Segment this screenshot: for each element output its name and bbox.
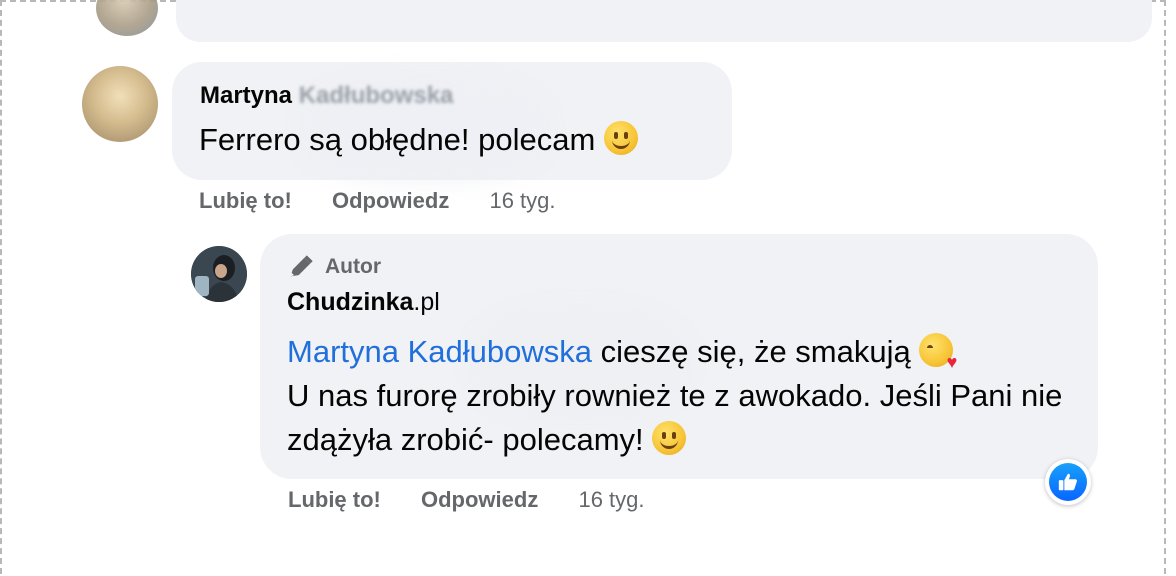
comment-timestamp[interactable]: 16 tyg. [489,188,555,213]
comment-text: Ferrero są obłędne! polecam [199,121,638,158]
slightly-smiling-face-icon [652,421,687,455]
like-reaction-icon[interactable] [1045,459,1091,505]
reply-actions: Lubię to! Odpowiedz 16 tyg. [288,487,645,513]
thumbs-up-icon [1058,473,1077,491]
like-link[interactable]: Lubię to! [288,487,381,512]
like-link[interactable]: Lubię to! [199,188,292,213]
author-badge: Autor [287,253,381,281]
author-avatar[interactable] [191,246,247,302]
author-last-name-blurred[interactable]: Kadłubowska [299,82,454,109]
reply-text-part-1: cieszę się, że smakują [592,334,911,369]
author-badge-label: Autor [325,255,381,278]
comment-text-content: Ferrero są obłędne! polecam [199,122,596,157]
mention-link[interactable]: Martyna Kadłubowska [287,334,592,369]
author-first-name[interactable]: Martyna [200,82,292,109]
reply-timestamp[interactable]: 16 tyg. [578,487,644,512]
comment-author-name[interactable]: Martyna Kadłubowska [200,82,453,110]
reply-author-tld[interactable]: .pl [413,288,439,316]
reply-author-name[interactable]: Chudzinka.pl [287,288,440,317]
reply-link[interactable]: Odpowiedz [332,188,449,213]
like-reaction-circle [1049,463,1087,501]
reply-author-main[interactable]: Chudzinka [287,288,413,316]
previous-comment-bubble [176,0,1152,42]
slightly-smiling-face-icon [603,121,638,155]
face-blowing-a-kiss-icon [919,333,957,371]
pen-icon [290,255,313,277]
commenter-avatar[interactable] [82,66,158,142]
reply-text: Martyna Kadłubowska cieszę się, że smaku… [287,330,1077,462]
comment-actions: Lubię to! Odpowiedz 16 tyg. [199,188,556,214]
avatar-photo [191,246,247,302]
reply-link[interactable]: Odpowiedz [421,487,538,512]
